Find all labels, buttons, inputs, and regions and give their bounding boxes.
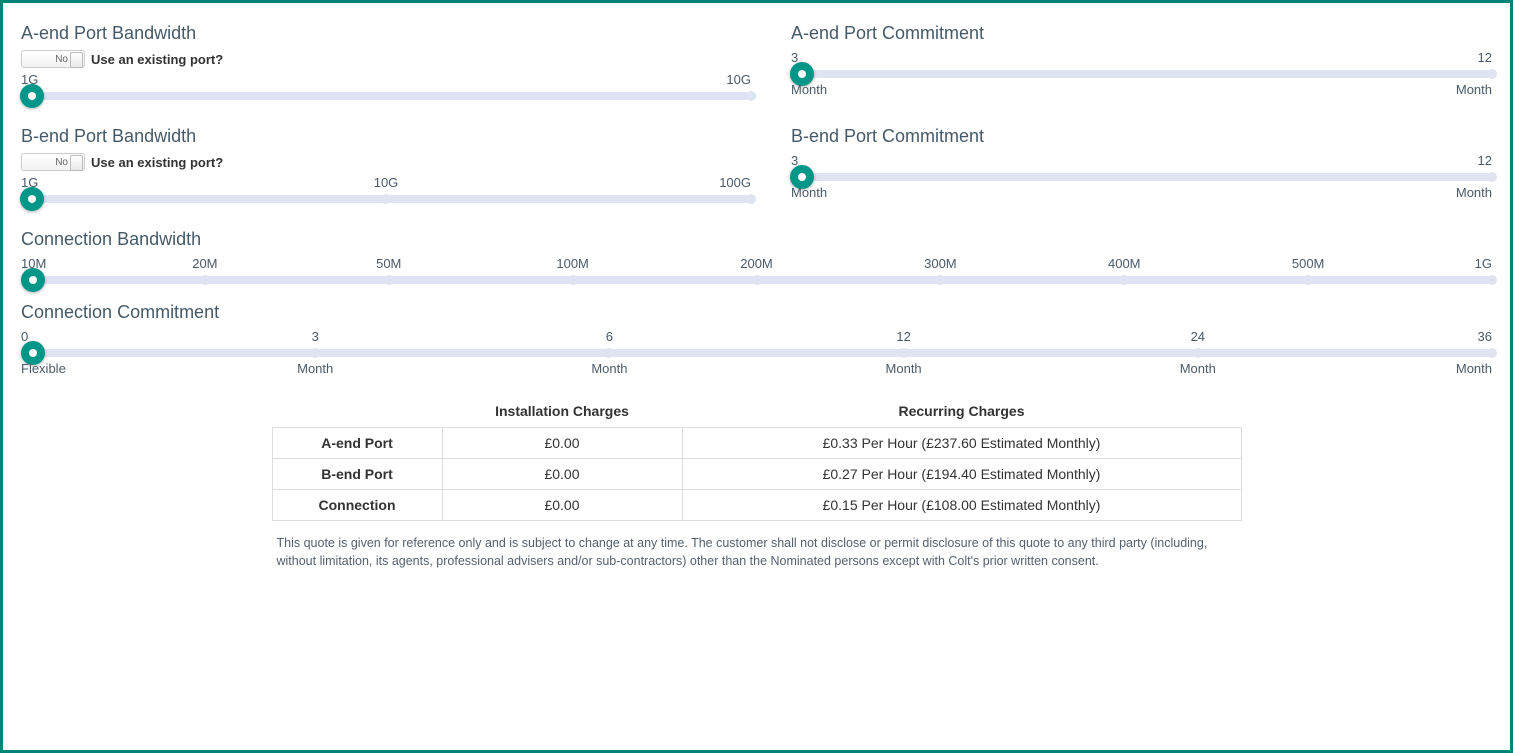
slider-thumb[interactable] [21, 268, 45, 292]
a-end-existing-port-toggle[interactable]: No [21, 50, 85, 68]
row-label: B-end Port [272, 459, 442, 490]
charges-table: Installation Charges Recurring Charges A… [272, 395, 1242, 521]
recurring-value: £0.27 Per Hour (£194.40 Estimated Monthl… [682, 459, 1241, 490]
b-end-bandwidth-slider[interactable] [21, 195, 751, 203]
section-title: Connection Commitment [21, 302, 1492, 323]
a-end-bandwidth-section: A-end Port Bandwidth No Use an existing … [21, 15, 751, 118]
row-label: A-end Port [272, 428, 442, 459]
table-row: A-end Port £0.00 £0.33 Per Hour (£237.60… [272, 428, 1241, 459]
recurring-value: £0.15 Per Hour (£108.00 Estimated Monthl… [682, 490, 1241, 521]
table-row: Connection £0.00 £0.15 Per Hour (£108.00… [272, 490, 1241, 521]
slider-scale: 3 12 [791, 153, 1492, 169]
connection-bandwidth-slider[interactable] [21, 276, 1492, 284]
install-value: £0.00 [442, 428, 682, 459]
b-end-bandwidth-section: B-end Port Bandwidth No Use an existing … [21, 118, 751, 221]
slider-thumb[interactable] [20, 84, 44, 108]
slider-scale: 1G 10G 100G [21, 175, 751, 191]
section-title: A-end Port Commitment [791, 23, 1492, 44]
b-end-existing-port-toggle[interactable]: No [21, 153, 85, 171]
slider-sublabels: Month Month [791, 185, 1492, 201]
section-title: B-end Port Commitment [791, 126, 1492, 147]
b-end-commitment-section: B-end Port Commitment 3 12 Month Month [791, 118, 1492, 221]
disclaimer-text: This quote is given for reference only a… [277, 535, 1237, 570]
slider-scale: 0 3 6 12 24 36 [21, 329, 1492, 345]
quote-configurator: A-end Port Bandwidth No Use an existing … [0, 0, 1513, 753]
install-value: £0.00 [442, 490, 682, 521]
toggle-label: Use an existing port? [91, 155, 223, 170]
section-title: B-end Port Bandwidth [21, 126, 751, 147]
connection-commitment-section: Connection Commitment 0 3 6 12 24 36 Fle… [21, 302, 1492, 377]
section-title: Connection Bandwidth [21, 229, 1492, 250]
col-header-install: Installation Charges [442, 395, 682, 428]
slider-sublabels: Flexible Month Month Month Month Month [21, 361, 1492, 377]
install-value: £0.00 [442, 459, 682, 490]
connection-commitment-slider[interactable] [21, 349, 1492, 357]
slider-scale: 1G 10G [21, 72, 751, 88]
slider-thumb[interactable] [20, 187, 44, 211]
b-end-commitment-slider[interactable] [791, 173, 1492, 181]
col-header-recurring: Recurring Charges [682, 395, 1241, 428]
slider-scale: 10M 20M 50M 100M 200M 300M 400M 500M 1G [21, 256, 1492, 272]
section-title: A-end Port Bandwidth [21, 23, 751, 44]
slider-scale: 3 12 [791, 50, 1492, 66]
slider-sublabels: Month Month [791, 82, 1492, 98]
a-end-bandwidth-slider[interactable] [21, 92, 751, 100]
table-row: B-end Port £0.00 £0.27 Per Hour (£194.40… [272, 459, 1241, 490]
a-end-commitment-slider[interactable] [791, 70, 1492, 78]
a-end-commitment-section: A-end Port Commitment 3 12 Month Month [791, 15, 1492, 118]
connection-bandwidth-section: Connection Bandwidth 10M 20M 50M 100M 20… [21, 229, 1492, 284]
toggle-label: Use an existing port? [91, 52, 223, 67]
row-label: Connection [272, 490, 442, 521]
recurring-value: £0.33 Per Hour (£237.60 Estimated Monthl… [682, 428, 1241, 459]
